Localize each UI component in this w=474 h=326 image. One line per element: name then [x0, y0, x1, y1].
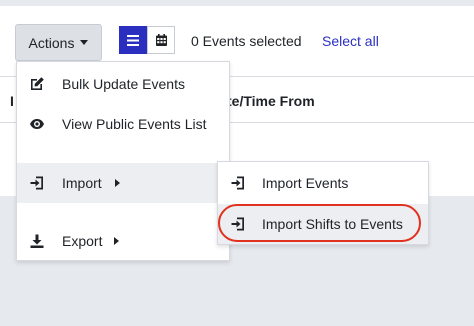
caret-right-icon — [115, 179, 120, 187]
menu-item-label: Import Events — [262, 175, 349, 191]
list-icon — [127, 34, 139, 46]
menu-item-label: View Public Events List — [62, 116, 207, 132]
table-header-cell[interactable]: I — [10, 93, 14, 109]
select-all-link[interactable]: Select all — [322, 33, 379, 49]
view-toggle — [119, 26, 175, 54]
menu-item-label: Bulk Update Events — [62, 76, 185, 92]
import-icon — [29, 175, 45, 191]
actions-label: Actions — [28, 34, 75, 51]
eye-icon — [29, 116, 45, 132]
actions-dropdown-button[interactable]: Actions — [15, 24, 102, 61]
import-icon — [230, 216, 246, 232]
menu-item-label: Export — [62, 233, 103, 249]
menu-item-label: Import — [62, 175, 102, 191]
download-icon — [29, 233, 45, 249]
caret-down-icon — [80, 40, 89, 45]
calendar-icon — [155, 34, 167, 46]
menu-item-label: Import Shifts to Events — [262, 216, 403, 232]
import-icon — [230, 175, 246, 191]
events-selected-count: 0 Events selected — [191, 33, 302, 49]
table-header-date-time-from[interactable]: te/Time From — [227, 93, 315, 109]
menu-item-import[interactable]: Import — [17, 163, 229, 203]
list-view-button[interactable] — [119, 26, 147, 54]
menu-item-bulk-update-events[interactable]: Bulk Update Events — [17, 64, 229, 104]
caret-right-icon — [114, 237, 119, 245]
menu-item-import-shifts-to-events[interactable]: Import Shifts to Events — [218, 204, 428, 244]
menu-item-import-events[interactable]: Import Events — [218, 163, 428, 203]
actions-menu: Bulk Update Events View Public Events Li… — [16, 61, 230, 261]
calendar-view-button[interactable] — [147, 26, 175, 54]
menu-item-export[interactable]: Export — [17, 221, 229, 261]
import-submenu: Import Events Import Shifts to Events — [217, 161, 429, 245]
menu-item-view-public-events-list[interactable]: View Public Events List — [17, 104, 229, 144]
edit-icon — [29, 76, 45, 92]
